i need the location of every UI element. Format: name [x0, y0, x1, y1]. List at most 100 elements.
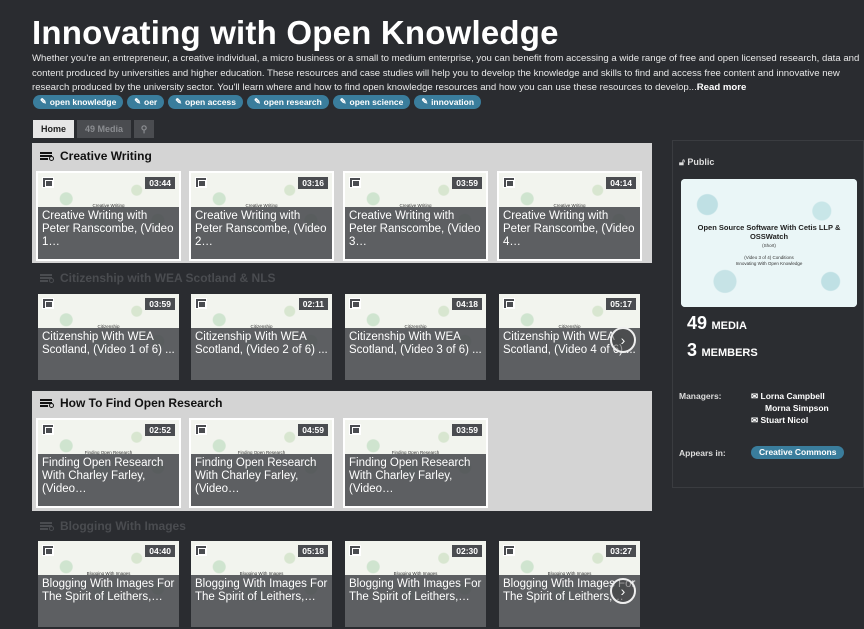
video-card[interactable]: 02:30 Blogging With Images Blogging With I… [343, 539, 488, 629]
video-card[interactable]: 03:59 Citizenship Citizenship With WEA Sco… [36, 292, 181, 382]
duration-badge: 02:30 [452, 545, 482, 557]
video-icon [42, 298, 54, 309]
preview-subtitle-2: (Video 3 of 4) Conditions Innovating With… [681, 255, 857, 267]
tab-home[interactable]: Home [33, 120, 75, 138]
visibility-label: 🔓︎ Public [679, 157, 714, 168]
tag-icon: ✎ [40, 97, 47, 106]
section-title[interactable]: Creative Writing [40, 149, 152, 163]
video-title: Citizenship With WEA Scotland, (Video 3 … [345, 328, 486, 380]
video-icon [503, 298, 515, 309]
playlist-icon [40, 521, 54, 531]
page-title: Innovating with Open Knowledge [32, 14, 559, 51]
members-count-number: 3 [687, 340, 698, 360]
video-icon [195, 424, 207, 435]
video-icon [42, 177, 54, 188]
channel-sidebar: 🔓︎ Public Open Source Software With Ceti… [672, 140, 864, 488]
video-card[interactable]: 04:59 Finding Open Research Finding Open R… [189, 418, 334, 508]
section-title-text: How To Find Open Research [60, 396, 223, 410]
duration-badge: 03:44 [145, 177, 175, 189]
video-card[interactable]: 03:59 Finding Open Research Finding Open R… [343, 418, 488, 508]
tag-open-knowledge[interactable]: ✎ open knowledge [33, 95, 124, 109]
video-title: Creative Writing with Peter Ranscombe, (… [191, 207, 332, 259]
search-icon[interactable]: ⚲ [134, 120, 155, 138]
video-card[interactable]: 03:44 Creative Writing Creative Writing wi… [36, 171, 181, 261]
manager-name: Stuart Nicol [760, 415, 809, 425]
video-card[interactable]: 04:40 Blogging With Images Blogging With I… [36, 539, 181, 629]
duration-badge: 05:17 [606, 298, 636, 310]
visibility-text: Public [687, 157, 715, 167]
video-title: Creative Writing with Peter Ranscombe, (… [499, 207, 640, 259]
video-icon [42, 545, 54, 556]
tag-oer[interactable]: ✎ oer [127, 95, 165, 109]
duration-badge: 02:11 [298, 298, 328, 310]
manager-name: Morna Simpson [765, 403, 829, 413]
tag-open-research[interactable]: ✎ open research [246, 95, 329, 109]
video-title: Citizenship With WEA Scotland, (Video 2 … [191, 328, 332, 380]
video-title: Finding Open Research With Charley Farle… [345, 454, 486, 506]
video-icon [42, 424, 54, 435]
section-title[interactable]: Citizenship with WEA Scotland & NLS [40, 271, 276, 285]
preview-subtitle: (Short) [762, 243, 776, 248]
duration-badge: 04:40 [145, 545, 175, 557]
managers-label: Managers: [679, 391, 722, 401]
mail-icon: ✉ [751, 391, 759, 401]
video-icon [349, 298, 361, 309]
media-count: 49 MEDIA [687, 313, 747, 334]
manager-name: Lorna Campbell [760, 391, 825, 401]
playlist-section-creative-writing: Creative Writing 03:44 Creative Writing Cr… [32, 143, 652, 263]
duration-badge: 03:59 [145, 298, 175, 310]
next-arrow-icon[interactable]: › [610, 327, 636, 353]
channel-preview-thumbnail[interactable]: Open Source Software With Cetis LLP & OS… [681, 179, 857, 307]
duration-badge: 04:59 [298, 424, 328, 436]
tab-media[interactable]: 49 Media [77, 120, 132, 138]
read-more-link[interactable]: Read more [697, 82, 747, 93]
duration-badge: 04:18 [452, 298, 482, 310]
video-icon [503, 545, 515, 556]
tag-icon: ✎ [134, 97, 141, 106]
video-card[interactable]: 02:11 Citizenship Citizenship With WEA Sco… [189, 292, 334, 382]
channel-description: Whether you're an entrepreneur, a creati… [32, 52, 862, 96]
video-title: Citizenship With WEA Scotland, (Video 1 … [38, 328, 179, 380]
tag-icon: ✎ [339, 97, 347, 106]
video-card[interactable]: 03:16 Creative Writing Creative Writing wi… [189, 171, 334, 261]
preview-title: Open Source Software With Cetis LLP & OS… [697, 223, 841, 241]
duration-badge: 02:52 [145, 424, 175, 436]
video-card[interactable]: 02:52 Finding Open Research Finding Open R… [36, 418, 181, 508]
video-title: Blogging With Images For The Spirit of L… [191, 575, 332, 627]
video-card[interactable]: 04:14 Creative Writing Creative Writing wi… [497, 171, 642, 261]
next-arrow-icon[interactable]: › [610, 578, 636, 604]
video-card[interactable]: 03:59 Creative Writing Creative Writing wi… [343, 171, 488, 261]
duration-badge: 04:14 [606, 177, 636, 189]
manager-link[interactable]: ✉ Lorna Campbell [751, 390, 825, 402]
video-icon [195, 177, 207, 188]
preview-line: (Video 3 of 4) Conditions [744, 255, 794, 260]
tag-innovation[interactable]: ✎ innovation [414, 95, 482, 109]
page: Innovating with Open Knowledge Whether y… [0, 0, 864, 629]
video-card[interactable]: 04:18 Citizenship Citizenship With WEA Sco… [343, 292, 488, 382]
tag-icon: ✎ [175, 97, 182, 106]
lock-icon: 🔓︎ [679, 157, 685, 167]
video-icon [195, 298, 207, 309]
duration-badge: 05:18 [298, 545, 328, 557]
appears-in-channel-link[interactable]: Creative Commons [751, 446, 845, 459]
tag-icon: ✎ [421, 97, 429, 106]
manager-link[interactable]: ✉ Stuart Nicol [751, 414, 808, 426]
duration-badge: 03:59 [452, 177, 482, 189]
video-icon [349, 177, 361, 188]
tag-open-access[interactable]: ✎ open access [168, 95, 243, 109]
duration-badge: 03:16 [298, 177, 328, 189]
tag-open-science[interactable]: ✎ open science [332, 95, 411, 109]
video-title: Finding Open Research With Charley Farle… [191, 454, 332, 506]
video-icon [503, 177, 515, 188]
tag-label: open access [184, 97, 236, 107]
video-card[interactable]: 05:18 Blogging With Images Blogging With I… [189, 539, 334, 629]
members-count-label: MEMBERS [701, 347, 758, 359]
members-count: 3 MEMBERS [687, 340, 758, 361]
appears-in-label: Appears in: [679, 448, 726, 458]
video-icon [349, 424, 361, 435]
tag-icon: ✎ [253, 97, 261, 106]
video-icon [349, 545, 361, 556]
media-count-label: MEDIA [711, 320, 747, 332]
section-title[interactable]: Blogging With Images [40, 519, 186, 533]
section-title[interactable]: How To Find Open Research [40, 396, 222, 410]
